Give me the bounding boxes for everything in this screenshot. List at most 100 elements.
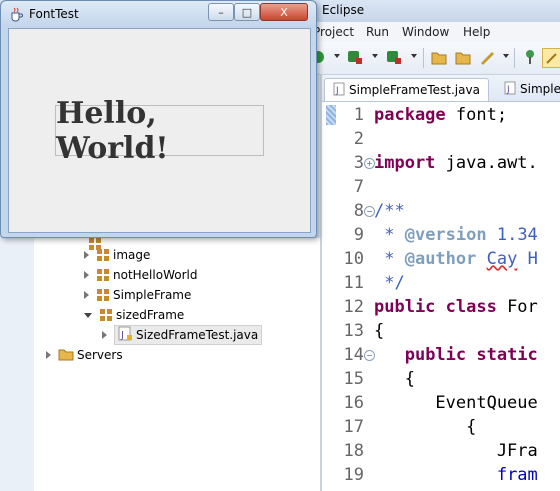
ruler-marker (326, 105, 336, 125)
java-file-icon: J (504, 81, 516, 98)
fonttest-window[interactable]: FontTest – □ X Hello, World! (0, 0, 317, 238)
line-number: 11 (343, 273, 364, 293)
hello-message: Hello, World! (56, 95, 169, 166)
line-number: 12 (343, 297, 364, 317)
line-number: 16 (343, 393, 364, 413)
code-line: JFra (374, 441, 538, 461)
package-icon (96, 288, 110, 302)
code-line: { (374, 417, 477, 437)
code-line: public static (404, 345, 538, 365)
tab-label: SimpleFrameTest.java (349, 83, 480, 97)
line-number: 2 (353, 129, 364, 149)
expand-icon[interactable] (102, 331, 107, 339)
tree-row-nothelloworld[interactable]: notHelloWorld (84, 265, 197, 285)
tab-simpleframetest[interactable]: J SimpleFrameTest.java (324, 78, 489, 101)
open-folder-icon[interactable] (454, 48, 472, 66)
pen-dropdown-icon[interactable] (503, 54, 509, 58)
external-tools-dropdown-icon[interactable] (411, 54, 417, 58)
text-bounding-box: Hello, World! (55, 95, 264, 166)
debug-dropdown-icon[interactable] (372, 54, 378, 58)
pin-icon[interactable] (521, 48, 539, 66)
line-number-gutter: 1 2 3 + 7 8 − 9 10 11 12 13 14 − 15 16 1… (340, 102, 375, 491)
minimize-button[interactable]: – (208, 3, 234, 21)
svg-text:J: J (120, 330, 124, 341)
java-file-icon: J (333, 82, 345, 99)
line-number: 19 (343, 465, 364, 485)
tree-row-simpleframe[interactable]: SimpleFrame (84, 285, 191, 305)
tree-label: notHelloWorld (113, 268, 198, 282)
tab-label: Simple (520, 82, 560, 96)
code-line: * @author Cay H (374, 249, 538, 269)
line-number: 17 (343, 417, 364, 437)
package-icon (96, 248, 110, 262)
line-number: 15 (343, 369, 364, 389)
window-title: FontTest (29, 7, 79, 21)
line-number: 18 (343, 441, 364, 461)
tree-row-servers[interactable]: Servers (46, 345, 123, 365)
external-tools-icon[interactable] (384, 48, 402, 66)
run-dropdown-icon[interactable] (334, 54, 340, 58)
close-button[interactable]: X (260, 3, 308, 21)
line-number: 14 (343, 345, 364, 365)
svg-text:J: J (335, 86, 339, 96)
line-number: 3 (353, 153, 364, 173)
menu-run[interactable]: Run (366, 25, 389, 39)
folder-icon (58, 347, 74, 364)
svg-text:J: J (506, 85, 510, 95)
java-file-icon: J (118, 326, 132, 344)
package-icon (96, 268, 110, 282)
code-line: */ (374, 273, 405, 293)
menu-help[interactable]: Help (463, 25, 490, 39)
pen-icon[interactable] (478, 48, 496, 66)
menu-project[interactable]: Project (313, 25, 354, 39)
selected-item[interactable]: J SizedFrameTest.java (114, 325, 263, 345)
overview-ruler (322, 102, 340, 491)
code-line: EventQueue (374, 393, 538, 413)
expand-icon[interactable] (46, 351, 51, 359)
tree-label: SimpleFrame (113, 288, 192, 302)
tree-label: SizedFrameTest.java (136, 328, 259, 342)
line-number: 13 (343, 321, 364, 341)
tree-row-sizedframe[interactable]: sizedFrame (84, 305, 184, 325)
maximize-button[interactable]: □ (234, 3, 260, 21)
expand-icon[interactable] (84, 291, 89, 299)
fonttest-content: Hello, World! (8, 28, 311, 233)
code-line: { (374, 369, 415, 389)
toolbar-separator (514, 48, 515, 68)
tab-simple[interactable]: J Simple (504, 78, 560, 100)
fonttest-titlebar[interactable]: FontTest – □ X (1, 1, 316, 27)
tree-row-sizedframetest[interactable]: J SizedFrameTest.java (102, 325, 263, 345)
pane-divider[interactable] (320, 74, 322, 491)
code-line: import java.awt. (374, 153, 538, 173)
editor-tabs: J SimpleFrameTest.java J Simple (322, 75, 560, 102)
code-line: package font; (374, 105, 508, 125)
toolbar-separator (423, 48, 424, 68)
window-title: Eclipse (322, 3, 365, 17)
java-cup-icon (9, 6, 23, 22)
tree-label: Servers (77, 348, 123, 362)
package-icon (99, 308, 113, 322)
expand-icon[interactable] (84, 271, 89, 279)
line-number: 1 (353, 105, 364, 125)
tree-label: image (113, 248, 151, 262)
code-line: * @version 1.34 (374, 225, 538, 245)
code-line: { (374, 321, 385, 341)
tree-row-image[interactable]: image (84, 245, 150, 265)
explorer-margin (0, 238, 34, 491)
expand-icon[interactable] (84, 251, 89, 259)
code-line: fram (496, 465, 538, 485)
debug-icon[interactable] (345, 48, 363, 66)
highlight-icon[interactable] (542, 48, 560, 68)
open-type-icon[interactable] (430, 48, 448, 66)
package-explorer: image notHelloWorld SimpleFrame sizedFra… (0, 238, 320, 491)
collapse-icon[interactable] (84, 312, 92, 318)
line-number: 8 (353, 201, 364, 221)
line-number: 7 (353, 177, 364, 197)
code-line: /** (374, 201, 405, 221)
tree-label: sizedFrame (116, 308, 185, 322)
line-number: 10 (343, 249, 364, 269)
code-editor[interactable]: 1 2 3 + 7 8 − 9 10 11 12 13 14 − 15 16 1… (322, 102, 560, 491)
menu-window[interactable]: Window (402, 25, 449, 39)
line-number: 9 (353, 225, 364, 245)
code-line: public class For (374, 297, 538, 317)
